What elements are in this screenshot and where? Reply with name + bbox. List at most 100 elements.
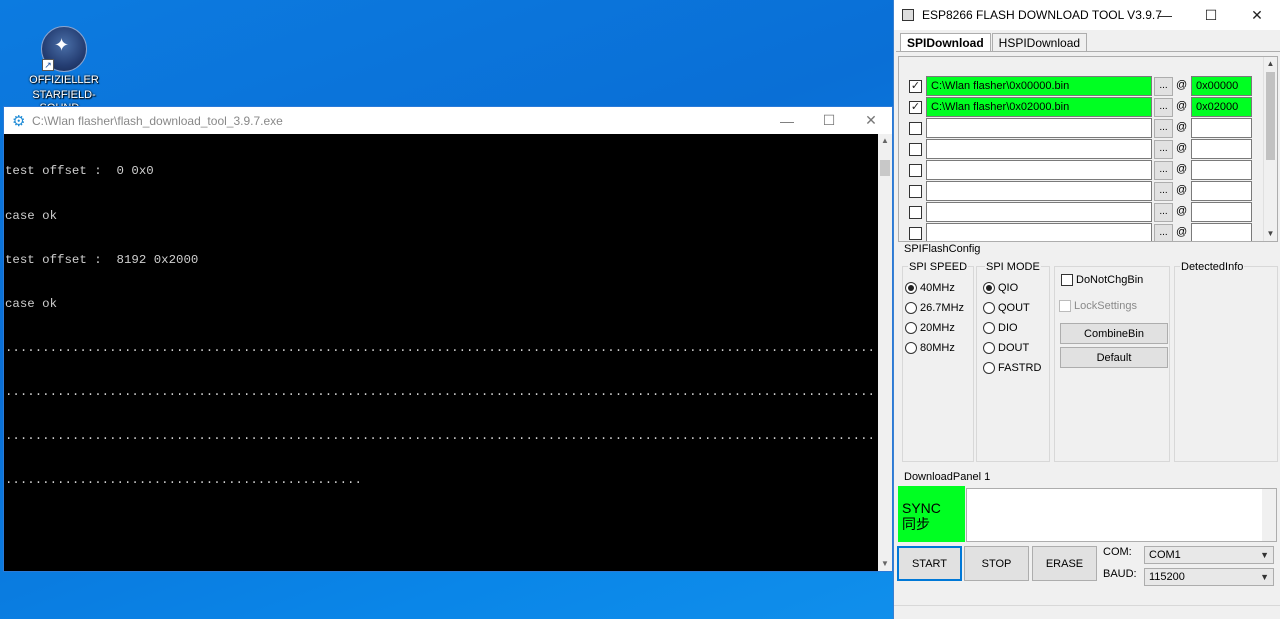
erase-button[interactable]: ERASE [1032, 546, 1097, 581]
browse-button[interactable]: ... [1154, 161, 1173, 180]
spi-mode-radio[interactable]: FASTRD [983, 362, 1041, 374]
scroll-down-icon[interactable]: ▼ [878, 557, 892, 571]
close-button[interactable]: ✕ [1234, 0, 1280, 30]
maximize-button[interactable]: ☐ [1188, 0, 1234, 30]
browse-button[interactable]: ... [1154, 140, 1173, 159]
scrollbar-thumb[interactable] [880, 160, 890, 176]
browse-button[interactable]: ... [1154, 119, 1173, 138]
file-path-input[interactable]: C:\Wlan flasher\0x02000.bin [926, 97, 1152, 117]
spi-speed-radio[interactable]: 80MHz [905, 342, 955, 354]
start-button[interactable]: START [897, 546, 962, 581]
flash-address-input[interactable]: 0x02000 [1191, 97, 1252, 117]
spi-flash-config-label: SPIFlashConfig [904, 243, 981, 255]
browse-button[interactable]: ... [1154, 224, 1173, 241]
minimize-button[interactable]: — [1142, 0, 1188, 30]
flash-address-input[interactable] [1191, 139, 1252, 159]
stop-button[interactable]: STOP [964, 546, 1029, 581]
flash-address-input[interactable] [1191, 160, 1252, 180]
chevron-down-icon: ▼ [1260, 572, 1269, 582]
file-list-panel: ✓ C:\Wlan flasher\0x00000.bin... @0x00000 ✓… [898, 56, 1278, 242]
browse-button[interactable]: ... [1154, 182, 1173, 201]
detected-info-group [1174, 266, 1278, 462]
spi-mode-radio[interactable]: DIO [983, 322, 1018, 334]
file-path-input[interactable] [926, 160, 1152, 180]
browse-button[interactable]: ... [1154, 203, 1173, 222]
log-scrollbar[interactable] [1262, 489, 1276, 541]
spi-mode-radio-label: QIO [998, 282, 1019, 294]
console-titlebar[interactable]: ⚙ C:\Wlan flasher\flash_download_tool_3.… [4, 107, 892, 134]
file-row: ✓ C:\Wlan flasher\0x00000.bin... @0x00000 [899, 76, 1269, 96]
file-enable-checkbox[interactable] [909, 143, 922, 156]
file-enable-checkbox[interactable] [909, 164, 922, 177]
flash-address-input[interactable]: 0x00000 [1191, 76, 1252, 96]
file-path-input[interactable]: C:\Wlan flasher\0x00000.bin [926, 76, 1152, 96]
file-path-input[interactable] [926, 118, 1152, 138]
file-enable-checkbox[interactable] [909, 206, 922, 219]
spi-speed-radio[interactable]: 20MHz [905, 322, 955, 334]
sync-text: SYNC [902, 500, 941, 516]
browse-button[interactable]: ... [1154, 77, 1173, 96]
sync-text-cn: 同步 [902, 516, 930, 532]
spi-mode-radio-label: QOUT [998, 302, 1030, 314]
file-enable-checkbox[interactable] [909, 122, 922, 135]
baud-select[interactable]: 115200 ▼ [1144, 568, 1274, 586]
spi-mode-radio[interactable]: DOUT [983, 342, 1029, 354]
spi-speed-radio-label: 26.7MHz [920, 302, 965, 314]
tab-hspidownload[interactable]: HSPIDownload [991, 33, 1088, 51]
close-button[interactable]: ✕ [850, 107, 892, 134]
file-enable-checkbox[interactable]: ✓ [909, 101, 922, 114]
spi-speed-radio[interactable]: 40MHz [905, 282, 955, 294]
console-title: C:\Wlan flasher\flash_download_tool_3.9.… [32, 113, 283, 128]
flash-address-input[interactable] [1191, 118, 1252, 138]
console-output: test offset : 0 0x0 case ok test offset … [4, 134, 878, 571]
at-label: @ [1176, 184, 1188, 196]
spi-mode-radio[interactable]: QOUT [983, 302, 1030, 314]
file-list-scrollbar[interactable]: ▲ ▼ [1263, 57, 1277, 241]
file-row: ... @ [899, 181, 1269, 201]
desktop-shortcut[interactable]: ✦ ↗ OFFIZIELLER STARFIELD-SOUND... [8, 26, 120, 115]
scroll-up-icon[interactable]: ▲ [1264, 57, 1277, 71]
minimize-button[interactable]: — [766, 107, 808, 134]
file-enable-checkbox[interactable] [909, 227, 922, 240]
flash-address-input[interactable] [1191, 181, 1252, 201]
tab-spidownload[interactable]: SPIDownload [900, 33, 991, 52]
spi-speed-group [902, 266, 974, 462]
spi-mode-radio-label: DOUT [998, 342, 1030, 354]
gear-icon: ⚙ [12, 112, 26, 130]
flash-address-input[interactable] [1191, 223, 1252, 241]
file-path-input[interactable] [926, 181, 1152, 201]
combine-bin-button[interactable]: CombineBin [1060, 323, 1168, 344]
console-line: ........................................… [5, 384, 878, 399]
do-not-chg-bin-checkbox[interactable]: DoNotChgBin [1061, 274, 1143, 286]
com-select[interactable]: COM1 ▼ [1144, 546, 1274, 564]
spi-mode-radio[interactable]: QIO [983, 282, 1018, 294]
flash-address-input[interactable] [1191, 202, 1252, 222]
download-log-box[interactable] [966, 488, 1277, 542]
sync-status: SYNC 同步 [898, 486, 965, 542]
chevron-down-icon: ▼ [1260, 550, 1269, 560]
file-path-input[interactable] [926, 202, 1152, 222]
file-path-input[interactable] [926, 223, 1152, 241]
spi-mode-radio-label: DIO [998, 322, 1018, 334]
esp-titlebar[interactable]: ESP8266 FLASH DOWNLOAD TOOL V3.9.7 — ☐ ✕ [894, 0, 1280, 30]
console-line: ........................................… [5, 340, 878, 355]
file-enable-checkbox[interactable] [909, 185, 922, 198]
spi-speed-label: SPI SPEED [908, 261, 969, 273]
scroll-up-icon[interactable]: ▲ [878, 134, 892, 148]
at-label: @ [1176, 100, 1188, 112]
browse-button[interactable]: ... [1154, 98, 1173, 117]
default-button[interactable]: Default [1060, 347, 1168, 368]
console-scrollbar[interactable]: ▲ ▼ [878, 134, 892, 571]
spi-speed-radio[interactable]: 26.7MHz [905, 302, 964, 314]
esp-title: ESP8266 FLASH DOWNLOAD TOOL V3.9.7 [922, 8, 1162, 22]
file-row: ... @ [899, 223, 1269, 241]
download-panel-label: DownloadPanel 1 [904, 471, 991, 483]
file-enable-checkbox[interactable]: ✓ [909, 80, 922, 93]
scrollbar-thumb[interactable] [1266, 72, 1275, 160]
detected-info-label: DetectedInfo [1180, 261, 1245, 273]
maximize-button[interactable]: ☐ [808, 107, 850, 134]
console-window: ⚙ C:\Wlan flasher\flash_download_tool_3.… [3, 106, 893, 572]
console-line: test offset : 0 0x0 [5, 164, 154, 179]
file-path-input[interactable] [926, 139, 1152, 159]
scroll-down-icon[interactable]: ▼ [1264, 227, 1277, 241]
